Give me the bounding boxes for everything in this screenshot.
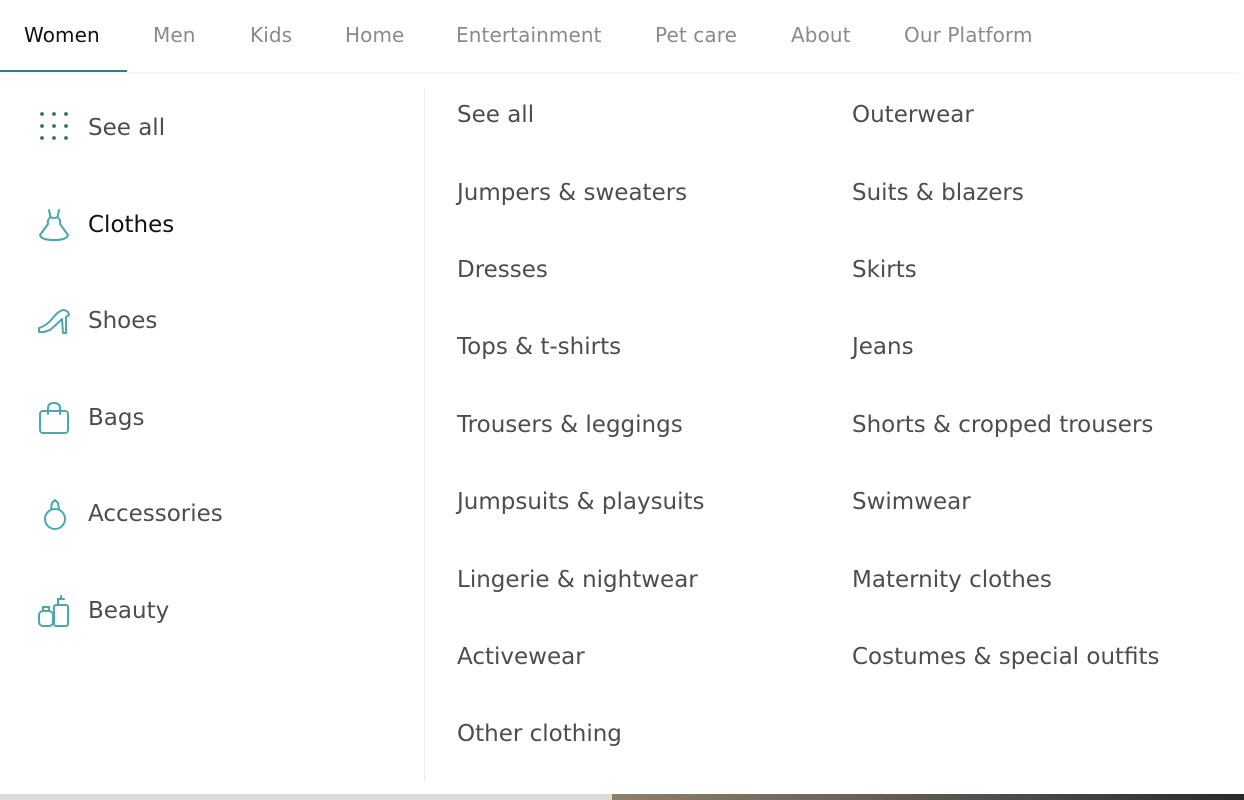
subcategory-link[interactable]: Maternity clothes xyxy=(852,563,1052,597)
tab-home[interactable]: Home xyxy=(345,0,404,72)
category-label: Shoes xyxy=(88,308,158,334)
high-heel-icon xyxy=(38,309,70,334)
subcategory-link[interactable]: Tops & t-shirts xyxy=(457,330,621,364)
subcategory-link[interactable]: Swimwear xyxy=(852,485,971,519)
mega-menu-panel: See all Clothes Shoes Bags Accessories B… xyxy=(0,72,1244,794)
subcategory-link[interactable]: Jumpsuits & playsuits xyxy=(457,485,705,519)
subcategory-link[interactable]: Jumpers & sweaters xyxy=(457,176,687,210)
subcategory-link[interactable]: Other clothing xyxy=(457,717,622,751)
grid-dots-icon xyxy=(40,112,68,140)
bag-icon xyxy=(39,401,69,434)
perfume-icon xyxy=(38,595,69,627)
category-label: Beauty xyxy=(88,598,170,624)
subcategory-link[interactable]: Lingerie & nightwear xyxy=(457,563,698,597)
tab-men[interactable]: Men xyxy=(153,0,196,72)
page-content-below-menu xyxy=(0,794,1244,800)
category-label: Bags xyxy=(88,405,145,431)
hero-image xyxy=(612,794,1244,800)
subcategory-link[interactable]: Costumes & special outfits xyxy=(852,640,1160,674)
tab-pet-care[interactable]: Pet care xyxy=(655,0,737,72)
tab-entertainment[interactable]: Entertainment xyxy=(456,0,602,72)
category-accessories[interactable]: Accessories xyxy=(36,494,396,534)
active-tab-indicator xyxy=(0,70,127,72)
category-bags[interactable]: Bags xyxy=(36,398,396,438)
subcategory-link[interactable]: See all xyxy=(457,98,534,132)
panel-divider xyxy=(424,88,425,782)
subcategory-link[interactable]: Outerwear xyxy=(852,98,974,132)
category-nav: Women Men Kids Home Entertainment Pet ca… xyxy=(0,0,1244,72)
category-clothes[interactable]: Clothes xyxy=(36,205,396,245)
tab-kids[interactable]: Kids xyxy=(250,0,292,72)
subcategory-link[interactable]: Jeans xyxy=(852,330,914,364)
subcategory-link[interactable]: Activewear xyxy=(457,640,585,674)
category-label: See all xyxy=(88,115,166,141)
category-beauty[interactable]: Beauty xyxy=(36,591,396,631)
dress-icon xyxy=(39,209,69,241)
subcategory-link[interactable]: Dresses xyxy=(457,253,548,287)
tab-about[interactable]: About xyxy=(791,0,851,72)
category-see-all[interactable]: See all xyxy=(36,108,396,148)
category-shoes[interactable]: Shoes xyxy=(36,301,396,341)
subcategory-link[interactable]: Trousers & leggings xyxy=(457,408,683,442)
tab-our-platform[interactable]: Our Platform xyxy=(904,0,1033,72)
subcategory-link[interactable]: Suits & blazers xyxy=(852,176,1024,210)
subcategory-link[interactable]: Skirts xyxy=(852,253,917,287)
subcategory-link[interactable]: Shorts & cropped trousers xyxy=(852,408,1153,442)
page: Women Men Kids Home Entertainment Pet ca… xyxy=(0,0,1244,800)
category-label: Clothes xyxy=(88,212,175,238)
ring-icon xyxy=(44,499,66,530)
tab-women[interactable]: Women xyxy=(24,0,100,72)
category-label: Accessories xyxy=(88,501,223,527)
